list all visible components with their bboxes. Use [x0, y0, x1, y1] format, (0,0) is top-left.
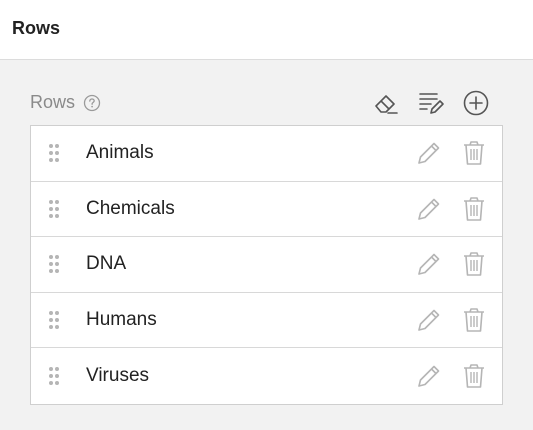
drag-handle-icon[interactable] [48, 199, 60, 219]
plus-circle-icon[interactable] [461, 88, 491, 118]
rows-toolbar [371, 88, 491, 118]
trash-icon[interactable] [461, 251, 487, 277]
trash-icon[interactable] [461, 140, 487, 166]
list-item[interactable]: Humans [31, 293, 502, 349]
drag-handle-icon[interactable] [48, 310, 60, 330]
edit-list-icon[interactable] [416, 88, 446, 118]
pencil-icon[interactable] [416, 196, 442, 222]
row-label: Humans [86, 309, 157, 331]
trash-icon[interactable] [461, 307, 487, 333]
question-circle-icon[interactable] [83, 94, 101, 112]
list-item[interactable]: Chemicals [31, 182, 502, 238]
drag-handle-icon[interactable] [48, 366, 60, 386]
row-label: Animals [86, 142, 154, 164]
row-label: Viruses [86, 365, 150, 387]
rows-panel: Rows Animals Chemicals DNA Humans Viruse… [0, 61, 533, 430]
section-label-text: Rows [30, 92, 76, 112]
row-label: DNA [86, 253, 127, 275]
list-item[interactable]: Animals [31, 126, 502, 182]
drag-handle-icon[interactable] [48, 254, 60, 274]
pencil-icon[interactable] [416, 251, 442, 277]
list-item[interactable]: DNA [31, 237, 502, 293]
rows-list: Animals Chemicals DNA Humans Viruses [30, 125, 503, 405]
list-item[interactable]: Viruses [31, 348, 502, 404]
trash-icon[interactable] [461, 363, 487, 389]
page-title: Rows [12, 18, 61, 38]
pencil-icon[interactable] [416, 363, 442, 389]
section-label: Rows [30, 92, 101, 113]
header-bar: Rows [0, 0, 533, 60]
drag-handle-icon[interactable] [48, 143, 60, 163]
row-label: Chemicals [86, 197, 175, 219]
eraser-icon[interactable] [371, 88, 401, 118]
trash-icon[interactable] [461, 196, 487, 222]
pencil-icon[interactable] [416, 140, 442, 166]
pencil-icon[interactable] [416, 307, 442, 333]
